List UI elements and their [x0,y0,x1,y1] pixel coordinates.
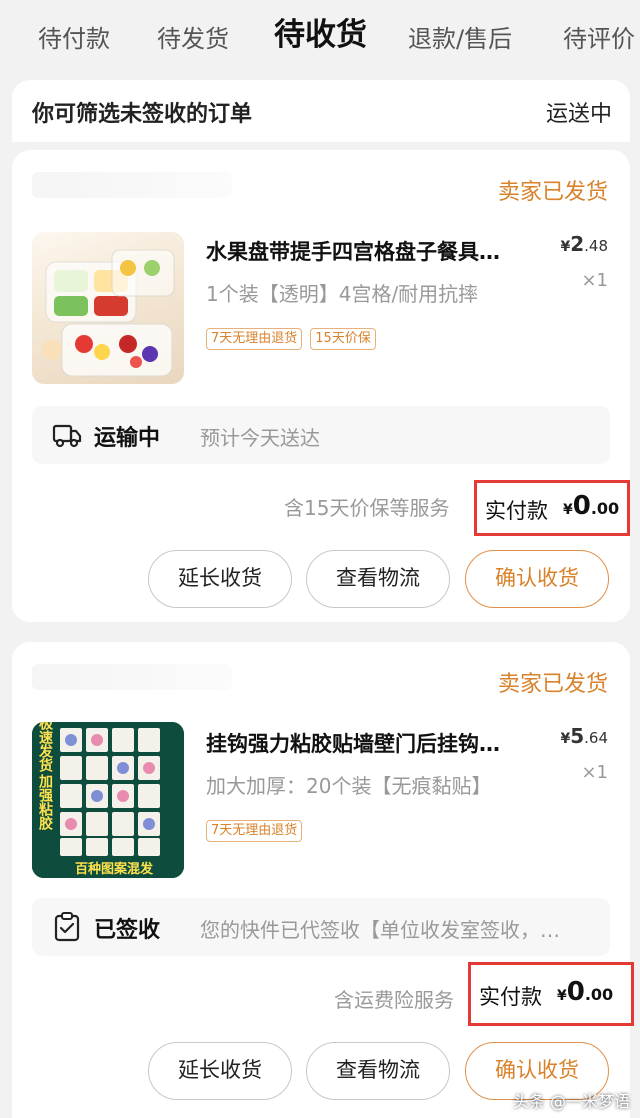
logistics-detail: 您的快件已代签收【单位收发室签收，… [200,918,560,942]
service-tags: 7天无理由退货 [206,820,303,842]
pay-decimal: .00 [590,499,620,518]
actual-payment-amount: ¥0.00 [563,491,619,521]
price-integer: 2 [570,232,585,256]
actual-payment-highlight: 实付款 ¥0.00 [474,480,630,536]
currency-symbol: ¥ [557,988,567,1004]
service-note: 含15天价保等服务 [284,496,450,520]
logistics-status: 运输中 [94,426,161,451]
currency-symbol: ¥ [563,502,573,518]
tab-refund-aftersale[interactable]: 退款/售后 [408,22,512,56]
actual-payment-label: 实付款 [485,499,548,523]
tab-pending-payment[interactable]: 待付款 [38,22,110,56]
product-quantity: ×1 [581,270,608,291]
extend-receipt-button[interactable]: 延长收货 [148,550,292,608]
product-title[interactable]: 挂钩强力粘胶贴墙壁门后挂钩… [206,728,546,758]
filter-hint: 你可筛选未签收的订单 [32,102,253,127]
price-integer: 5 [570,724,585,748]
logistics-status: 已签收 [94,918,161,943]
view-logistics-button[interactable]: 查看物流 [306,550,450,608]
price-decimal: .64 [584,729,608,747]
price-decimal: .48 [584,237,608,255]
currency-symbol: ¥ [560,731,571,747]
hooks-product-image: 极速发货 加强粘胶 百种图案混发 [32,722,184,878]
actual-payment-highlight: 实付款 ¥0.00 [468,962,634,1026]
image-caption: 极速发货 [37,722,54,773]
actual-payment-amount: ¥0.00 [557,977,613,1007]
image-caption: 百种图案混发 [75,861,154,877]
product-quantity: ×1 [581,762,608,783]
logistics-bar[interactable]: 已签收 您的快件已代签收【单位收发室签收，… [32,898,610,956]
filter-in-transit[interactable]: 运送中 [546,96,612,128]
logistics-bar[interactable]: 运输中 预计今天送达 [32,406,610,464]
service-note: 含运费险服务 [334,988,454,1012]
pay-decimal: .00 [584,985,614,1004]
shop-name-blurred [32,172,232,198]
tab-pending-review[interactable]: 待评价 [563,22,635,56]
shop-name-blurred [32,664,232,690]
product-price: ¥2.48 [560,232,608,256]
product-title[interactable]: 水果盘带提手四宫格盘子餐具… [206,236,546,266]
currency-symbol: ¥ [560,239,571,255]
tab-pending-shipment[interactable]: 待发货 [157,22,229,56]
extend-receipt-button[interactable]: 延长收货 [148,1042,292,1100]
product-image[interactable]: 极速发货 加强粘胶 百种图案混发 [32,722,184,878]
order-status-tabs: 待付款 待发货 待收货 退款/售后 待评价 [0,0,640,78]
view-logistics-button[interactable]: 查看物流 [306,1042,450,1100]
logistics-detail: 预计今天送达 [200,426,320,450]
fruit-tray-image [42,249,175,377]
service-tags: 7天无理由退货 15天价保 [206,328,376,350]
tag-7day-return: 7天无理由退货 [206,328,303,350]
order-card[interactable]: 卖家已发货 极速发货 加强粘胶 百种图案混发 挂钩强力粘胶贴墙壁门后挂钩… 加大… [12,642,634,1118]
pay-integer: 0 [572,491,591,521]
filter-bar: 你可筛选未签收的订单 运送中 [12,80,630,142]
pay-integer: 0 [566,977,585,1007]
tag-7day-return: 7天无理由退货 [206,820,303,842]
seller-status: 卖家已发货 [497,180,608,205]
product-image[interactable] [32,232,184,384]
clipboard-check-icon [54,912,80,942]
product-spec: 加大加厚：20个装【无痕黏贴】 [206,774,492,798]
tag-price-protect: 15天价保 [310,328,376,350]
actual-payment-label: 实付款 [479,985,542,1009]
order-card[interactable]: 卖家已发货 水果盘带提手四宫格盘子餐具… 1个装【透明】4宫格/耐用抗摔 ¥2.… [12,150,630,622]
tab-pending-receipt[interactable]: 待收货 [274,18,367,52]
watermark: 头条 @一米梦语 [512,1092,630,1111]
product-spec: 1个装【透明】4宫格/耐用抗摔 [206,282,479,306]
confirm-receipt-button[interactable]: 确认收货 [465,550,609,608]
seller-status: 卖家已发货 [497,672,608,697]
image-caption: 加强粘胶 [37,774,54,831]
product-price: ¥5.64 [560,724,608,748]
truck-icon [52,424,82,448]
